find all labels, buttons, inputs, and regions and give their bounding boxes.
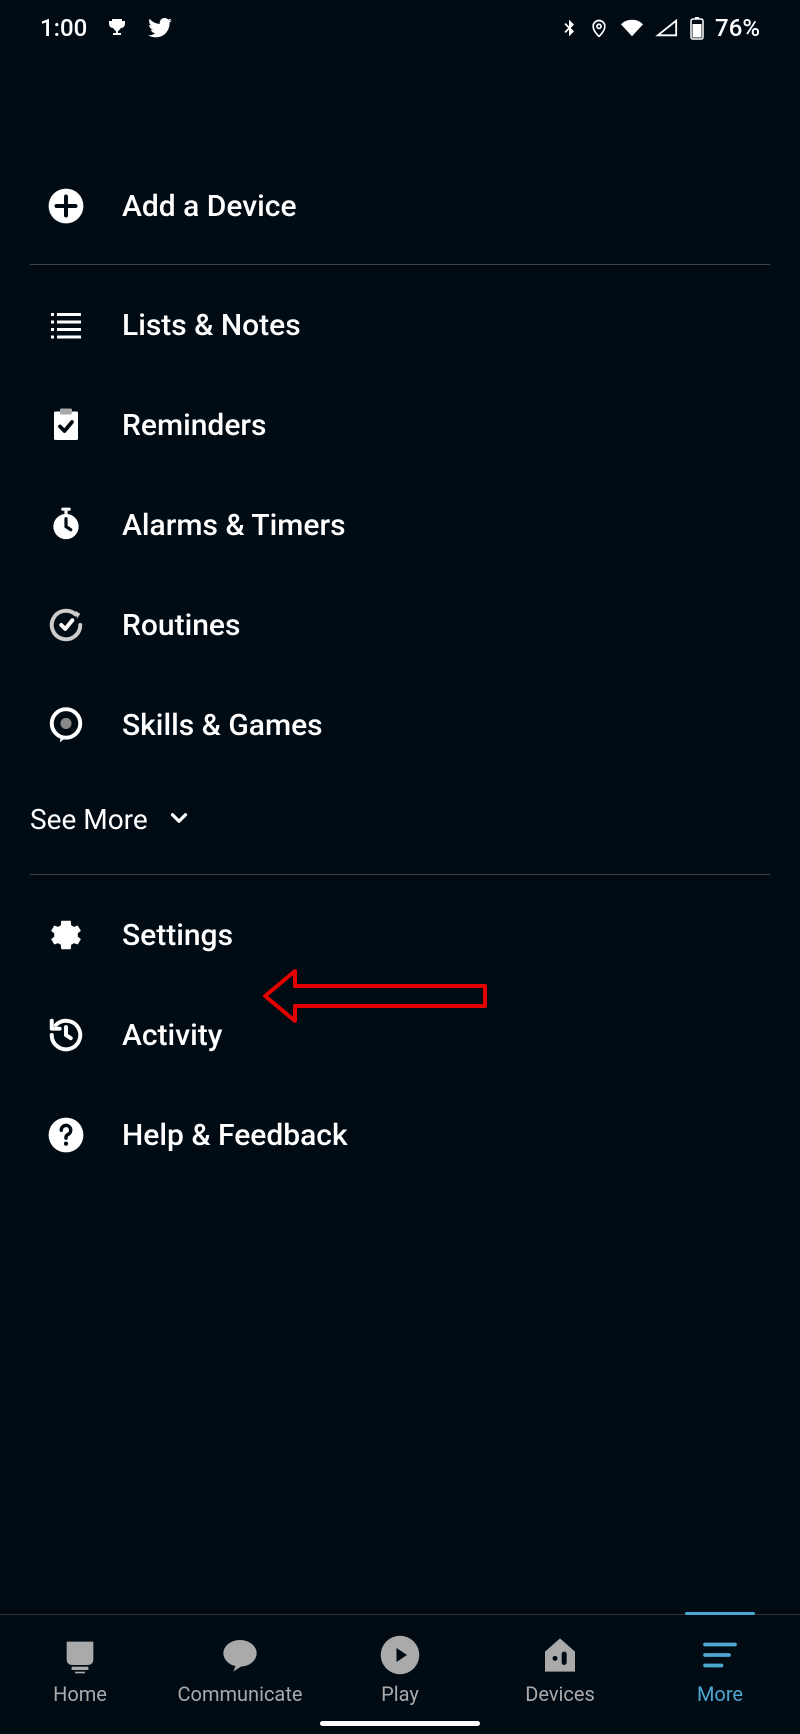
wifi-icon xyxy=(619,17,645,39)
bottom-nav: Home Communicate Play Devices More xyxy=(0,1614,800,1734)
add-device-label: Add a Device xyxy=(122,189,297,224)
nav-label: Communicate xyxy=(178,1682,303,1706)
trophy-icon xyxy=(105,16,129,40)
plus-circle-icon xyxy=(46,186,86,226)
question-circle-icon xyxy=(46,1115,86,1155)
home-icon xyxy=(59,1634,101,1676)
nav-home[interactable]: Home xyxy=(10,1634,150,1706)
battery-icon xyxy=(689,16,705,40)
menu-lines-icon xyxy=(699,1634,741,1676)
chat-bubble-icon xyxy=(219,1634,261,1676)
help-feedback-item[interactable]: Help & Feedback xyxy=(30,1085,770,1185)
location-icon xyxy=(589,16,609,40)
divider xyxy=(30,874,770,875)
bluetooth-icon xyxy=(559,16,579,40)
add-device-item[interactable]: Add a Device xyxy=(30,156,770,254)
reminders-item[interactable]: Reminders xyxy=(30,375,770,475)
chevron-down-icon xyxy=(166,805,192,835)
nav-label: Play xyxy=(381,1682,419,1706)
battery-percent: 76% xyxy=(715,14,760,42)
activity-item[interactable]: Activity xyxy=(30,985,770,1085)
status-bar: 1:00 76% xyxy=(0,0,800,56)
gear-icon xyxy=(46,915,86,955)
signal-icon xyxy=(655,17,679,39)
divider xyxy=(30,264,770,265)
nav-play[interactable]: Play xyxy=(330,1634,470,1706)
see-more-toggle[interactable]: See More xyxy=(30,775,770,864)
menu-label: Routines xyxy=(122,608,240,643)
history-icon xyxy=(46,1015,86,1055)
status-left: 1:00 xyxy=(40,14,173,42)
alarm-clock-icon xyxy=(46,505,86,545)
home-indicator[interactable] xyxy=(320,1721,480,1726)
nav-more[interactable]: More xyxy=(650,1634,790,1706)
nav-label: Devices xyxy=(525,1682,595,1706)
menu-label: Help & Feedback xyxy=(122,1118,348,1153)
twitter-icon xyxy=(147,15,173,41)
menu-label: Activity xyxy=(122,1018,222,1053)
nav-label: Home xyxy=(53,1682,107,1706)
routines-item[interactable]: Routines xyxy=(30,575,770,675)
routine-cycle-icon xyxy=(46,605,86,645)
more-menu: Add a Device Lists & Notes Reminders Ala… xyxy=(0,56,800,1185)
nav-communicate[interactable]: Communicate xyxy=(170,1634,310,1706)
nav-devices[interactable]: Devices xyxy=(490,1634,630,1706)
play-circle-icon xyxy=(379,1634,421,1676)
alarms-timers-item[interactable]: Alarms & Timers xyxy=(30,475,770,575)
list-icon xyxy=(46,305,86,345)
menu-label: Reminders xyxy=(122,408,266,443)
skills-games-item[interactable]: Skills & Games xyxy=(30,675,770,775)
menu-label: Skills & Games xyxy=(122,708,323,743)
status-time: 1:00 xyxy=(40,14,87,42)
nav-label: More xyxy=(697,1682,743,1706)
status-right: 76% xyxy=(559,14,760,42)
clipboard-check-icon xyxy=(46,405,86,445)
menu-label: Settings xyxy=(122,918,233,953)
chat-star-icon xyxy=(46,705,86,745)
menu-label: Lists & Notes xyxy=(122,308,301,343)
menu-label: Alarms & Timers xyxy=(122,508,346,543)
devices-icon xyxy=(539,1634,581,1676)
settings-item[interactable]: Settings xyxy=(30,885,770,985)
see-more-label: See More xyxy=(30,803,148,836)
lists-notes-item[interactable]: Lists & Notes xyxy=(30,275,770,375)
